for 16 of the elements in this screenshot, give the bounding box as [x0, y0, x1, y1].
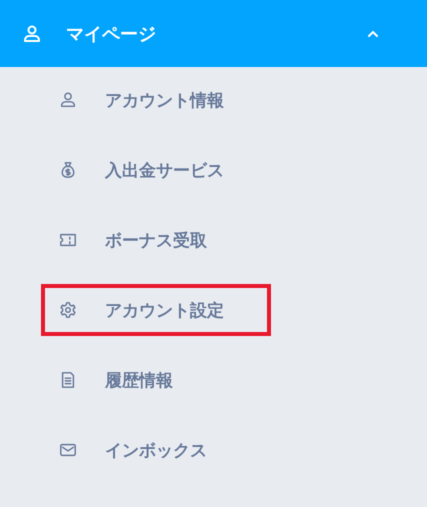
money-bag-icon	[59, 161, 77, 179]
menu-item[interactable]: アカウント設定	[41, 284, 271, 336]
mail-icon	[59, 441, 77, 459]
menu-item[interactable]: インボックス	[41, 424, 271, 476]
menu-title: マイページ	[66, 22, 157, 46]
user-icon	[22, 24, 42, 44]
document-icon	[59, 371, 77, 389]
menu-item[interactable]: 入出金サービス	[41, 144, 271, 196]
menu-item[interactable]: ボーナス受取	[41, 214, 271, 266]
menu-header[interactable]: マイページ	[0, 0, 427, 67]
chevron-icon[interactable]	[367, 30, 379, 38]
ticket-icon	[59, 231, 77, 249]
settings-icon	[59, 301, 77, 319]
user-icon	[59, 91, 77, 109]
menu-item[interactable]: アカウント情報	[41, 74, 271, 126]
menu-item[interactable]: 履歴情報	[41, 354, 271, 406]
